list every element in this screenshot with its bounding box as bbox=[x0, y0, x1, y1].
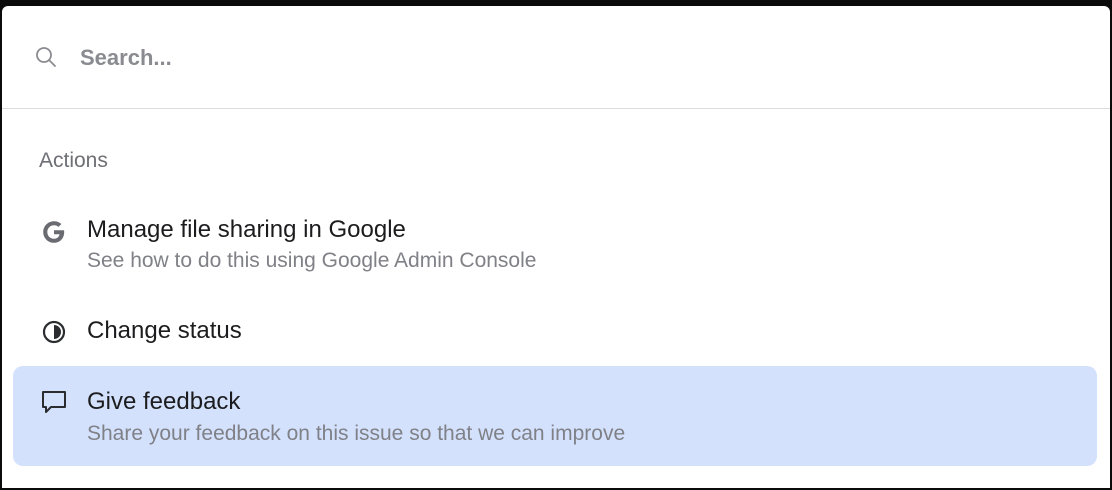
action-title: Manage file sharing in Google bbox=[87, 216, 406, 243]
section-title-actions: Actions bbox=[39, 149, 108, 172]
action-subtitle: Share your feedback on this issue so tha… bbox=[87, 422, 626, 445]
action-item-manage-file-sharing[interactable]: Manage file sharing in Google See how to… bbox=[13, 202, 1097, 282]
search-input[interactable] bbox=[80, 41, 980, 75]
action-title: Give feedback bbox=[87, 388, 241, 415]
search-icon bbox=[36, 47, 56, 67]
action-item-change-status[interactable]: Change status bbox=[13, 306, 1097, 358]
half-circle-status-icon bbox=[42, 320, 66, 344]
action-title: Change status bbox=[87, 317, 242, 344]
search-bar bbox=[2, 6, 1110, 109]
google-icon bbox=[43, 221, 65, 243]
action-subtitle: See how to do this using Google Admin Co… bbox=[87, 249, 537, 272]
action-item-give-feedback[interactable]: Give feedback Share your feedback on thi… bbox=[13, 366, 1097, 466]
command-palette: Actions Manage file sharing in Google Se… bbox=[2, 6, 1110, 488]
speech-bubble-icon bbox=[42, 391, 66, 413]
